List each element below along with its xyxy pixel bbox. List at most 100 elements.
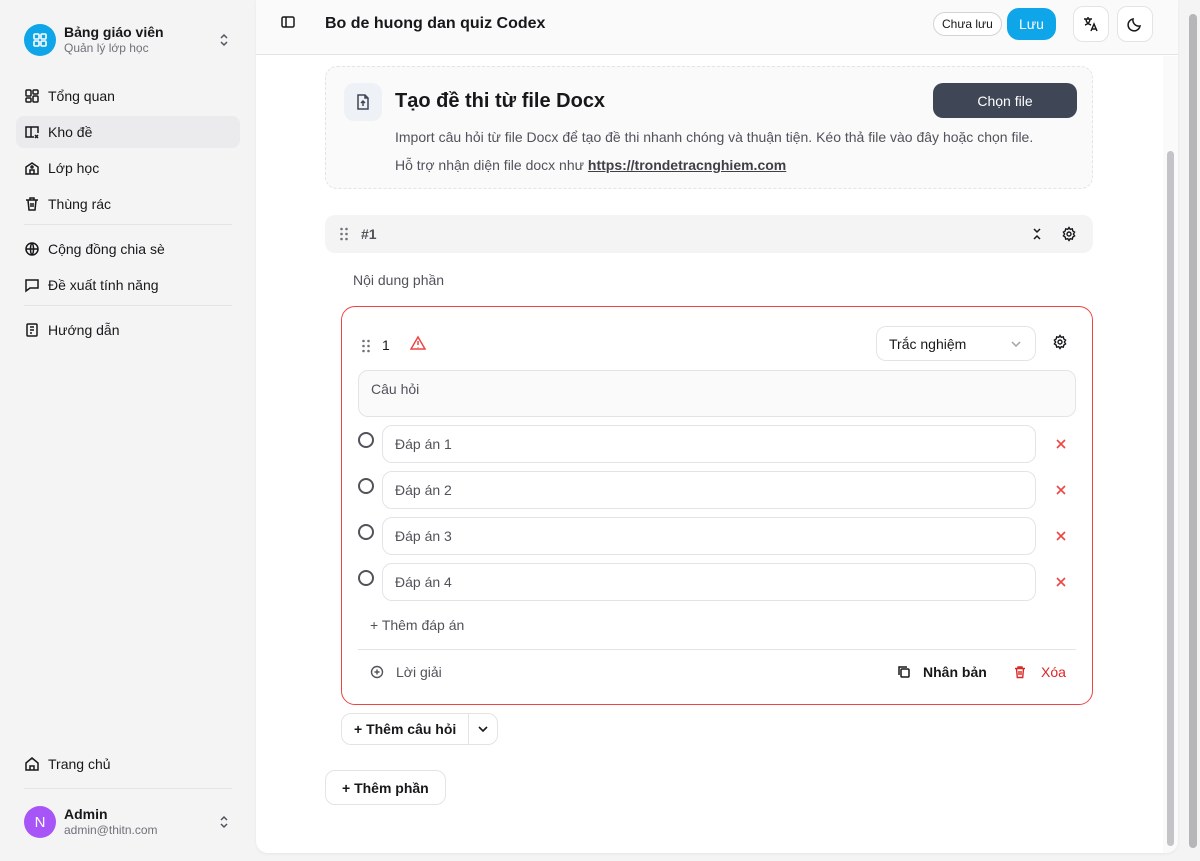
duplicate-button[interactable]: Nhân bản	[897, 664, 987, 680]
warning-icon	[410, 335, 426, 350]
theme-toggle-button[interactable]	[1117, 6, 1153, 42]
trash-icon	[1015, 666, 1025, 679]
close-icon[interactable]	[1054, 529, 1068, 543]
docx-dropzone[interactable]: Tạo đề thi từ file Docx Chọn file Import…	[325, 66, 1093, 189]
drag-handle-icon[interactable]	[339, 226, 349, 242]
editor-content: Tạo đề thi từ file Docx Chọn file Import…	[256, 56, 1178, 853]
inner-scrollbar-thumb[interactable]	[1167, 151, 1174, 846]
section-content-input[interactable]: Nội dung phần	[353, 272, 444, 288]
nav-item-classes[interactable]: Lớp học	[16, 152, 240, 184]
answer-row: Đáp án 1	[358, 425, 1076, 463]
user-email: admin@thitn.com	[64, 823, 158, 837]
globe-icon	[25, 242, 39, 256]
chevrons-up-down-icon	[220, 815, 228, 829]
nav-label: Thùng rác	[48, 196, 112, 212]
card-divider	[358, 649, 1076, 650]
file-upload-icon	[344, 83, 382, 121]
question-type-value: Trắc nghiệm	[889, 335, 967, 352]
nav-item-home[interactable]: Trang chủ	[16, 748, 240, 780]
nav-label: Lớp học	[48, 160, 100, 176]
user-name: Admin	[64, 806, 108, 822]
gear-icon[interactable]	[1061, 226, 1077, 242]
nav-label: Cộng đồng chia sè	[48, 241, 165, 257]
nav-item-feature-request[interactable]: Đề xuất tính năng	[16, 269, 240, 301]
section-number: #1	[361, 226, 377, 242]
sidebar: Bảng giáo viên Quản lý lớp học Tổng quan…	[0, 0, 256, 861]
add-question-group: + Thêm câu hỏi	[341, 713, 499, 745]
collapse-icon[interactable]	[1029, 226, 1045, 242]
page-header: Bo de huong dan quiz Codex Chưa lưu Lưu	[256, 0, 1178, 55]
add-answer-button[interactable]: + Thêm đáp án	[370, 617, 464, 633]
drag-handle-icon[interactable]	[361, 338, 371, 354]
add-question-dropdown[interactable]	[469, 714, 497, 744]
add-question-button[interactable]: + Thêm câu hỏi	[342, 714, 470, 744]
school-icon	[25, 162, 39, 175]
guide-icon	[26, 323, 38, 337]
avatar: N	[24, 806, 56, 838]
dashboard-icon	[25, 89, 39, 103]
chevron-down-icon	[478, 726, 488, 733]
nav-divider	[24, 224, 232, 225]
workspace-logo-icon	[24, 24, 56, 56]
answer-input[interactable]: Đáp án 2	[382, 471, 1036, 509]
nav-label: Trang chủ	[48, 756, 111, 772]
nav-label: Hướng dẫn	[48, 322, 120, 338]
answer-input[interactable]: Đáp án 3	[382, 517, 1036, 555]
translate-icon	[1084, 17, 1098, 32]
nav-item-question-bank[interactable]: Kho đề	[16, 116, 240, 148]
delete-label: Xóa	[1041, 664, 1066, 680]
workspace-subtitle: Quản lý lớp học	[64, 41, 149, 55]
nav-item-overview[interactable]: Tổng quan	[16, 80, 240, 112]
support-prefix: Hỗ trợ nhận diện file docx như	[395, 157, 588, 173]
copy-icon	[898, 666, 910, 678]
nav-item-guide[interactable]: Hướng dẫn	[16, 314, 240, 346]
answer-radio[interactable]	[358, 570, 374, 586]
section-header: #1	[325, 215, 1093, 253]
support-link[interactable]: https://trondetracnghiem.com	[588, 157, 786, 173]
delete-button[interactable]: Xóa	[1013, 664, 1066, 680]
nav-label: Đề xuất tính năng	[48, 277, 159, 293]
nav-label: Tổng quan	[48, 88, 115, 104]
question-card: 1 Trắc nghiệm Câu hỏi Đáp án 1 Đáp án 2 …	[341, 306, 1093, 705]
question-type-select[interactable]: Trắc nghiệm	[876, 326, 1036, 361]
answer-row: Đáp án 3	[358, 517, 1076, 555]
bottom-nav: Trang chủ	[16, 748, 240, 784]
nav-label: Kho đề	[48, 124, 93, 140]
question-number: 1	[382, 337, 390, 353]
solution-button[interactable]: Lời giải	[370, 664, 442, 680]
main-nav: Tổng quan Kho đề Lớp học Thùng rác Cộng …	[16, 80, 240, 350]
close-icon[interactable]	[1054, 483, 1068, 497]
close-icon[interactable]	[1054, 575, 1068, 589]
chevrons-up-down-icon	[220, 33, 228, 47]
add-circle-icon	[370, 665, 384, 679]
workspace-switcher[interactable]: Bảng giáo viên Quản lý lớp học	[16, 16, 240, 64]
page-title: Bo de huong dan quiz Codex	[325, 15, 546, 32]
inner-scrollbar[interactable]	[1163, 56, 1178, 853]
language-button[interactable]	[1073, 6, 1109, 42]
unsaved-badge: Chưa lưu	[933, 12, 1002, 36]
message-icon	[25, 279, 39, 293]
answer-row: Đáp án 4	[358, 563, 1076, 601]
page-scrollbar[interactable]	[1186, 0, 1200, 861]
answer-radio[interactable]	[358, 432, 374, 448]
nav-item-trash[interactable]: Thùng rác	[16, 188, 240, 220]
answer-row: Đáp án 2	[358, 471, 1076, 509]
answer-radio[interactable]	[358, 524, 374, 540]
save-button[interactable]: Lưu	[1007, 8, 1056, 40]
close-icon[interactable]	[1054, 437, 1068, 451]
moon-icon	[1127, 18, 1141, 32]
solution-label: Lời giải	[396, 664, 442, 680]
answer-radio[interactable]	[358, 478, 374, 494]
user-menu[interactable]: N Admin admin@thitn.com	[16, 800, 240, 844]
page-scrollbar-thumb[interactable]	[1189, 14, 1197, 848]
answer-input[interactable]: Đáp án 4	[382, 563, 1036, 601]
answer-input[interactable]: Đáp án 1	[382, 425, 1036, 463]
gear-icon[interactable]	[1052, 334, 1068, 350]
nav-item-community[interactable]: Cộng đồng chia sè	[16, 233, 240, 265]
workspace-title: Bảng giáo viên	[64, 24, 164, 40]
sidebar-toggle-button[interactable]	[280, 14, 296, 30]
question-input[interactable]: Câu hỏi	[358, 370, 1076, 417]
add-section-button[interactable]: + Thêm phần	[325, 770, 446, 805]
choose-file-button[interactable]: Chọn file	[933, 83, 1077, 118]
duplicate-label: Nhân bản	[923, 664, 987, 680]
